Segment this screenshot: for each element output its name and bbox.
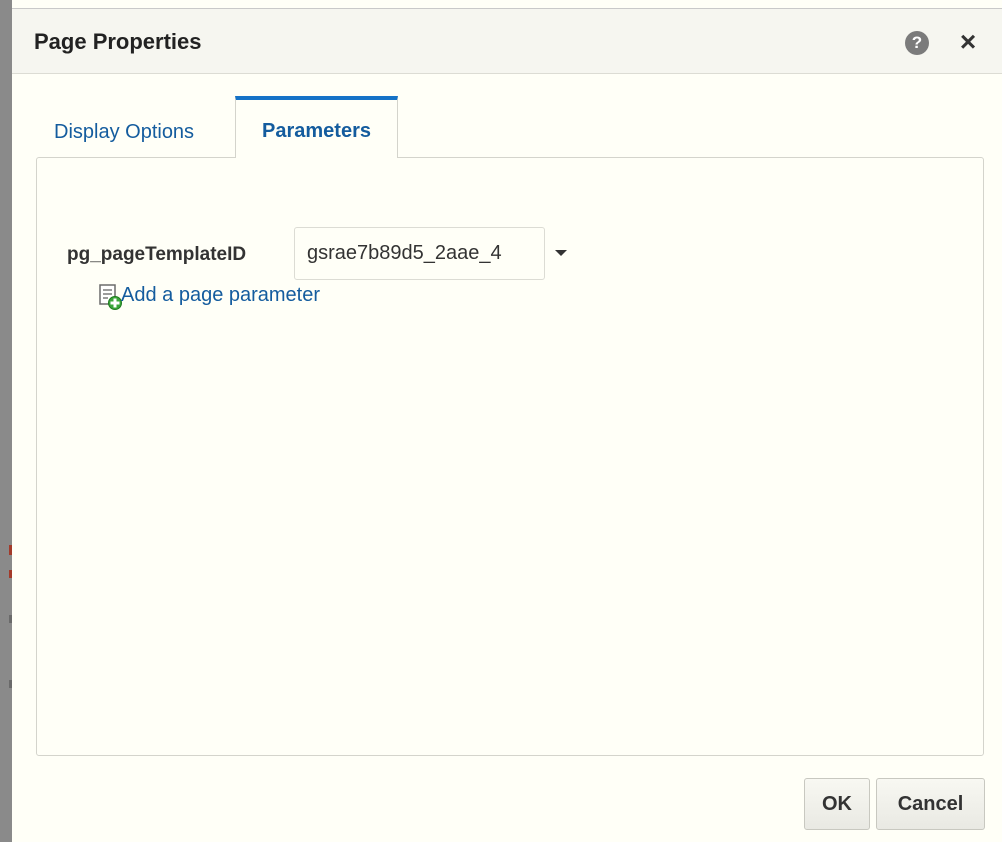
dialog-titlebar: Page Properties ? × [12, 9, 1002, 74]
help-icon[interactable]: ? [905, 31, 929, 55]
dropdown-arrow-icon[interactable] [555, 250, 567, 256]
close-icon[interactable]: × [955, 27, 981, 57]
background-window-edge [0, 0, 12, 842]
add-page-parameter-link[interactable]: Add a page parameter [121, 284, 320, 307]
parameter-value-input[interactable] [294, 227, 545, 280]
tab-parameters[interactable]: Parameters [235, 96, 398, 158]
page-properties-dialog: Page Properties ? × Display Options Para… [12, 8, 1002, 842]
parameter-label: pg_pageTemplateID [67, 244, 247, 265]
tab-display-options[interactable]: Display Options [42, 117, 206, 161]
add-document-icon[interactable] [98, 284, 122, 310]
ok-button[interactable]: OK [804, 778, 870, 830]
dialog-title: Page Properties [34, 29, 202, 54]
cancel-button[interactable]: Cancel [876, 778, 985, 830]
